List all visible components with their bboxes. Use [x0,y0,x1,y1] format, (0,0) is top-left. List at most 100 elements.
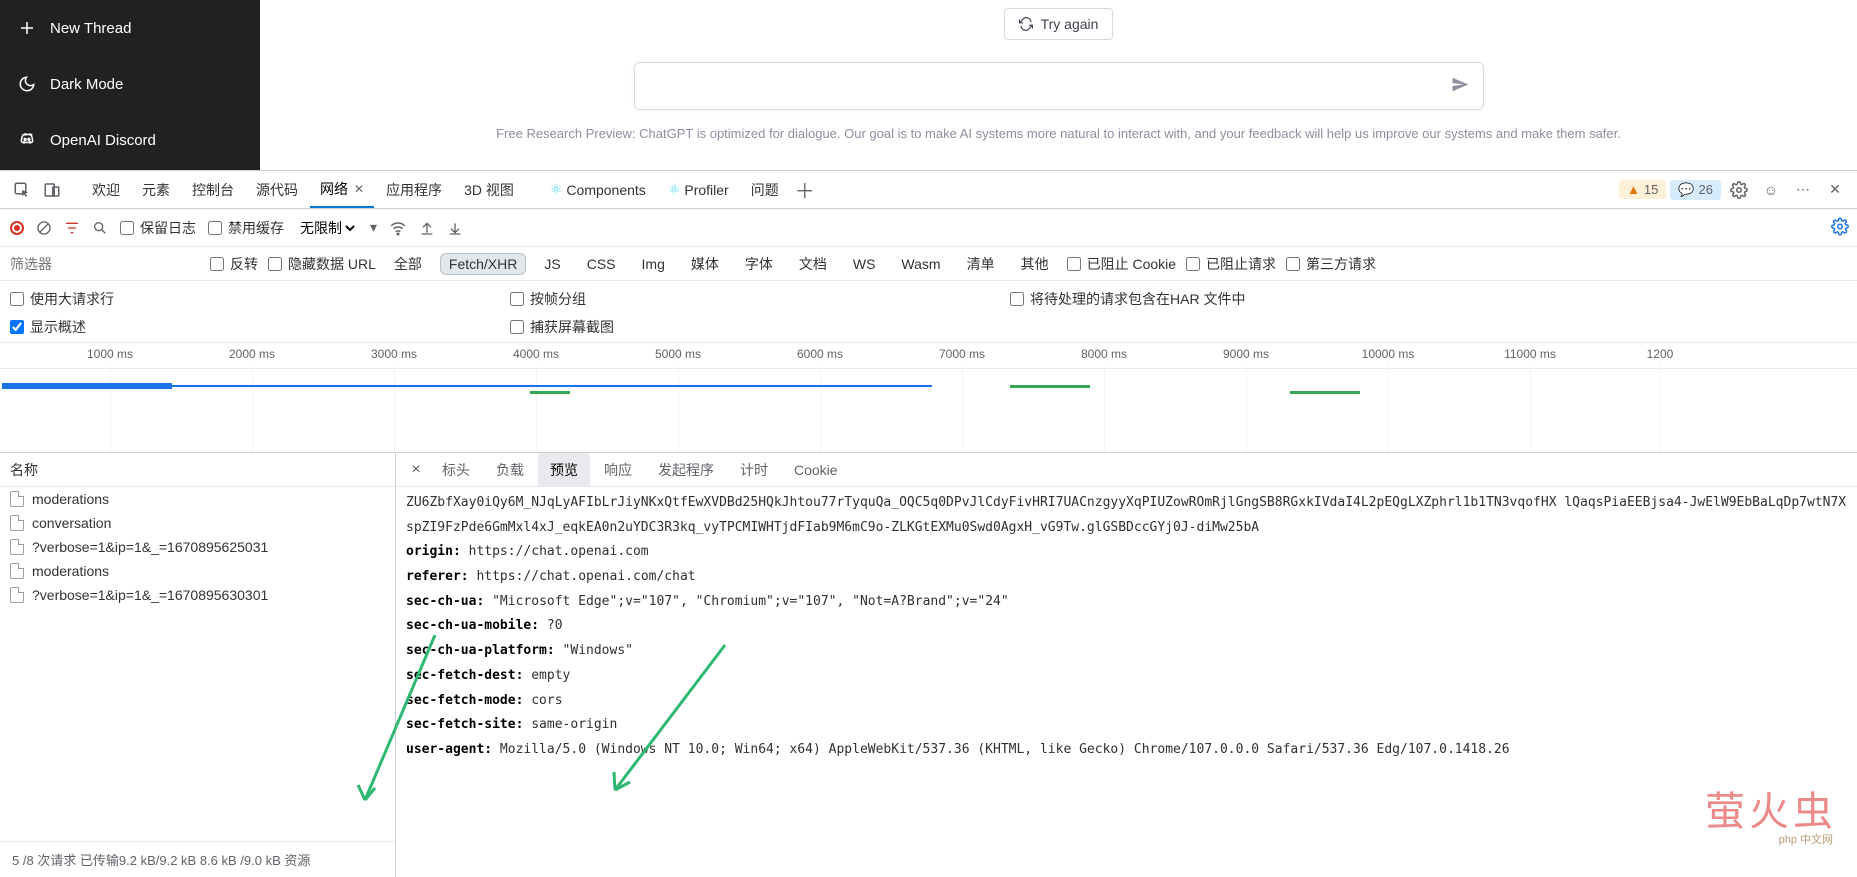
timeline-overview[interactable]: 1000 ms 2000 ms 3000 ms 4000 ms 5000 ms … [0,343,1857,453]
tab-network[interactable]: 网络✕ [310,171,374,208]
disable-cache-checkbox[interactable]: 禁用缓存 [208,218,284,238]
feedback-icon[interactable]: ☺ [1757,176,1785,204]
type-doc[interactable]: 文档 [791,252,835,276]
request-row[interactable]: moderations [0,487,395,511]
chat-input[interactable] [634,62,1484,110]
type-js[interactable]: JS [536,254,568,274]
info-badge[interactable]: 💬26 [1670,180,1721,200]
invert-checkbox[interactable]: 反转 [210,254,258,274]
more-icon[interactable]: ⋯ [1789,176,1817,204]
react-icon: ⚛ [550,181,563,198]
tab-issues[interactable]: 问题 [741,171,789,208]
header-sec-fetch-site: sec-fetch-site: same-origin [406,713,1847,738]
type-css[interactable]: CSS [579,254,624,274]
include-har-checkbox[interactable]: 将待处理的请求包含在HAR 文件中 [1010,289,1245,309]
clear-icon[interactable] [36,220,52,236]
request-list: 名称 moderations conversation ?verbose=1&i… [0,453,396,877]
tick: 5000 ms [655,347,701,361]
dtab-headers[interactable]: 标头 [430,453,482,486]
tab-profiler[interactable]: ⚛Profiler [658,171,739,208]
request-status-bar: 5 /8 次请求 已传输9.2 kB/9.2 kB 8.6 kB /9.0 kB… [0,841,395,877]
timeline-bar [172,385,932,387]
moon-icon [18,75,36,93]
blocked-requests-checkbox[interactable]: 已阻止请求 [1186,254,1276,274]
plus-icon [18,19,36,37]
device-icon[interactable] [38,176,66,204]
new-thread-button[interactable]: New Thread [0,0,260,56]
type-media[interactable]: 媒体 [683,252,727,276]
type-img[interactable]: Img [634,254,673,274]
blocked-cookies-checkbox[interactable]: 已阻止 Cookie [1067,254,1176,274]
tick: 7000 ms [939,347,985,361]
third-party-checkbox[interactable]: 第三方请求 [1286,254,1376,274]
network-settings-icon[interactable] [1831,217,1849,238]
timeline-bar [1290,391,1360,394]
tick: 1000 ms [87,347,133,361]
upload-icon[interactable] [419,220,435,236]
warnings-badge[interactable]: ▲15 [1619,180,1666,199]
type-other[interactable]: 其他 [1013,252,1057,276]
settings-icon[interactable] [1725,176,1753,204]
type-font[interactable]: 字体 [737,252,781,276]
tab-elements[interactable]: 元素 [132,171,180,208]
try-again-label: Try again [1041,16,1099,32]
add-tab-icon[interactable]: ＋ [791,176,819,204]
dtab-preview[interactable]: 预览 [538,453,590,486]
throttling-select[interactable]: 无限制 [296,219,358,237]
wifi-icon[interactable] [389,219,407,237]
tab-application[interactable]: 应用程序 [376,171,452,208]
request-row[interactable]: ?verbose=1&ip=1&_=1670895625031 [0,535,395,559]
group-by-frame-checkbox[interactable]: 按帧分组 [510,289,1010,309]
tick: 10000 ms [1362,347,1415,361]
filter-input[interactable] [10,256,200,272]
try-again-button[interactable]: Try again [1004,8,1114,40]
discord-label: OpenAI Discord [50,132,156,149]
watermark-sub: php 中文网 [1779,831,1833,847]
dtab-initiator[interactable]: 发起程序 [646,453,726,486]
request-row[interactable]: conversation [0,511,395,535]
send-icon[interactable] [1451,76,1469,97]
tab-sources[interactable]: 源代码 [246,171,308,208]
timeline-bar [2,383,172,389]
discord-button[interactable]: OpenAI Discord [0,112,260,168]
dtab-cookies[interactable]: Cookie [782,453,850,486]
detail-body[interactable]: ZU6ZbfXay0iQy6M_NJqLyAFIbLrJiyNKxQtfEwXV… [396,487,1857,877]
type-manifest[interactable]: 清单 [959,252,1003,276]
inspect-icon[interactable] [8,176,36,204]
dark-mode-label: Dark Mode [50,76,123,93]
refresh-icon [1019,17,1033,31]
type-fetch-xhr[interactable]: Fetch/XHR [440,253,526,275]
header-user-agent: user-agent: Mozilla/5.0 (Windows NT 10.0… [406,738,1847,763]
type-wasm[interactable]: Wasm [893,254,948,274]
tab-welcome[interactable]: 欢迎 [82,171,130,208]
request-list-header[interactable]: 名称 [0,453,395,487]
dark-mode-button[interactable]: Dark Mode [0,56,260,112]
filter-row: 反转 隐藏数据 URL 全部 Fetch/XHR JS CSS Img 媒体 字… [0,247,1857,281]
filter-icon[interactable] [64,220,80,236]
request-row[interactable]: moderations [0,559,395,583]
tab-components[interactable]: ⚛Components [540,171,656,208]
type-all[interactable]: 全部 [386,252,430,276]
close-detail-icon[interactable]: × [404,461,428,479]
preserve-log-checkbox[interactable]: 保留日志 [120,218,196,238]
search-icon[interactable] [92,220,108,236]
large-rows-checkbox[interactable]: 使用大请求行 [10,289,510,309]
close-devtools-icon[interactable]: ✕ [1821,176,1849,204]
download-icon[interactable] [447,220,463,236]
tab-3dview[interactable]: 3D 视图 [454,171,524,208]
close-icon[interactable]: ✕ [354,182,364,196]
show-overview-checkbox[interactable]: 显示概述 [10,317,510,337]
discord-icon [18,131,36,149]
request-row[interactable]: ?verbose=1&ip=1&_=1670895630301 [0,583,395,607]
type-ws[interactable]: WS [845,254,884,274]
tab-console[interactable]: 控制台 [182,171,244,208]
screenshots-checkbox[interactable]: 捕获屏幕截图 [510,317,1010,337]
record-icon[interactable] [10,221,24,235]
devtools-tab-strip: 欢迎 元素 控制台 源代码 网络✕ 应用程序 3D 视图 ⚛Components… [0,171,1857,209]
hide-data-checkbox[interactable]: 隐藏数据 URL [268,254,376,274]
file-icon [10,587,24,603]
dtab-timing[interactable]: 计时 [728,453,780,486]
dtab-response[interactable]: 响应 [592,453,644,486]
tick: 6000 ms [797,347,843,361]
dtab-payload[interactable]: 负载 [484,453,536,486]
